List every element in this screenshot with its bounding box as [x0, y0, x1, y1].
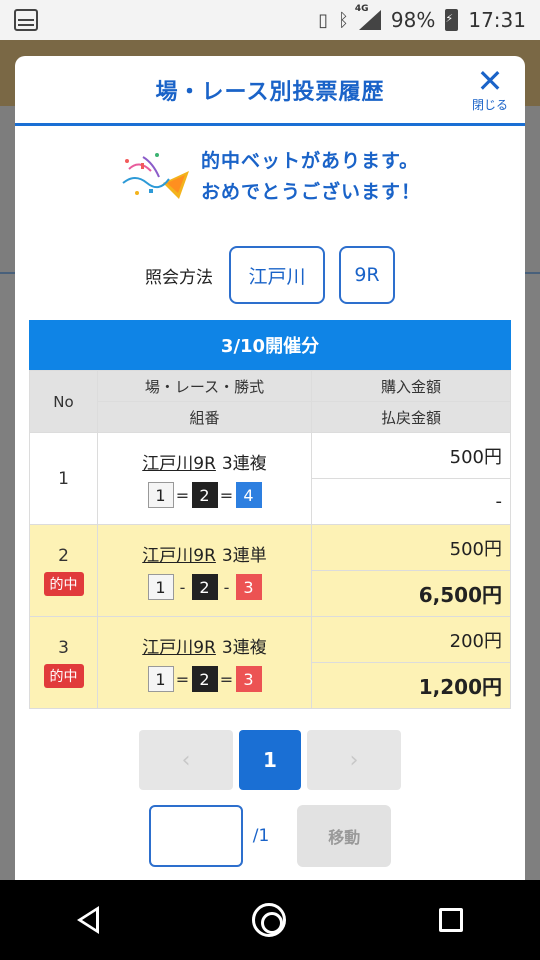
header-no: No — [29, 370, 98, 433]
race-link[interactable]: 江戸川9R — [142, 546, 216, 566]
back-icon[interactable] — [76, 906, 99, 934]
table-row: 2 的中 江戸川9R 3連単 1 - 2 - 3 500円 — [29, 524, 511, 617]
history-modal: 場・レース別投票履歴 ✕ 閉じる 的中ベットがあります。 おめでとうございます！ — [15, 56, 525, 886]
prev-page-button[interactable]: ‹ — [139, 730, 233, 790]
congrats-line-2: おめでとうございます！ — [200, 181, 421, 203]
battery-icon — [445, 9, 459, 31]
combination: 1 = 2 = 4 — [98, 482, 311, 508]
move-button[interactable]: 移動 — [297, 805, 392, 867]
bluetooth-icon: ᛒ — [338, 9, 349, 31]
race-button[interactable]: 9R — [339, 246, 395, 304]
race-cell: 江戸川9R 3連単 1 - 2 - 3 — [97, 524, 312, 617]
notification-icon — [14, 9, 38, 31]
close-icon: ✕ — [476, 62, 504, 100]
boat-number: 2 — [191, 482, 218, 508]
pagination: ‹ 1 › — [15, 730, 525, 790]
bet-type: 3連複 — [221, 454, 267, 474]
modal-title: 場・レース別投票履歴 — [155, 79, 385, 105]
party-popper-icon — [119, 149, 191, 205]
venue-button[interactable]: 江戸川 — [229, 246, 325, 304]
lookup-label: 照会方法 — [145, 267, 213, 288]
bet-type: 3連複 — [221, 638, 267, 658]
payout-amount: - — [311, 478, 511, 525]
row-number-cell: 1 — [29, 432, 98, 525]
header-payout: 払戻金額 — [311, 401, 511, 433]
race-cell: 江戸川9R 3連複 1 = 2 = 3 — [97, 616, 312, 709]
congrats-line-1: 的中ベットがあります。 — [200, 150, 420, 172]
boat-number: 2 — [191, 574, 218, 600]
lookup-method: 照会方法 江戸川 9R — [15, 246, 525, 304]
date-header: 3/10開催分 — [29, 320, 511, 370]
modal-header: 場・レース別投票履歴 ✕ 閉じる — [15, 56, 525, 126]
battery-percent: 98% — [390, 8, 436, 32]
race-link[interactable]: 江戸川9R — [142, 638, 216, 658]
nfc-icon: ▯ — [318, 9, 329, 31]
close-label: 閉じる — [471, 98, 508, 112]
boat-number: 3 — [235, 666, 262, 692]
boat-number: 2 — [191, 666, 218, 692]
hit-badge: 的中 — [43, 663, 84, 688]
boat-number: 1 — [147, 574, 174, 600]
signal-icon: 4G — [355, 4, 381, 30]
clock: 17:31 — [468, 8, 526, 32]
table-row: 3 的中 江戸川9R 3連複 1 = 2 = 3 200円 — [29, 616, 511, 709]
status-bar: ▯ ᛒ 4G 98% 17:31 — [0, 0, 540, 40]
purchase-amount: 500円 — [311, 432, 511, 479]
boat-number: 1 — [147, 482, 174, 508]
bet-type: 3連単 — [221, 546, 267, 566]
bet-history-table: 3/10開催分 No 場・レース・勝式 購入金額 組番 払戻金額 1 江戸川9R… — [29, 320, 511, 709]
row-number-cell: 3 的中 — [29, 616, 98, 709]
current-page-button[interactable]: 1 — [239, 730, 301, 790]
row-number-cell: 2 的中 — [29, 524, 98, 617]
purchase-amount: 200円 — [311, 616, 511, 663]
combination: 1 - 2 - 3 — [98, 574, 311, 600]
hit-badge: 的中 — [43, 571, 84, 596]
header-race-type: 場・レース・勝式 — [97, 370, 312, 402]
next-page-button[interactable]: › — [307, 730, 401, 790]
combination: 1 = 2 = 3 — [98, 666, 311, 692]
race-link[interactable]: 江戸川9R — [142, 454, 216, 474]
page-number-input[interactable] — [148, 805, 243, 867]
payout-amount: 6,500円 — [311, 570, 511, 617]
navigation-bar — [0, 880, 540, 960]
boat-number: 3 — [235, 574, 262, 600]
purchase-amount: 500円 — [311, 524, 511, 571]
recent-apps-icon[interactable] — [439, 908, 464, 932]
boat-number: 4 — [235, 482, 262, 508]
close-button[interactable]: ✕ 閉じる — [467, 62, 513, 113]
total-pages: /1 — [252, 826, 270, 846]
boat-number: 1 — [147, 666, 174, 692]
page-jump: /1 移動 — [15, 805, 525, 867]
header-purchase: 購入金額 — [311, 370, 511, 402]
payout-amount: 1,200円 — [311, 662, 511, 709]
table-row: 1 江戸川9R 3連複 1 = 2 = 4 500円 — [29, 432, 511, 525]
congrats-message: 的中ベットがあります。 おめでとうございます！ — [15, 146, 525, 208]
home-icon[interactable] — [251, 903, 286, 937]
race-cell: 江戸川9R 3連複 1 = 2 = 4 — [97, 432, 312, 525]
header-combination: 組番 — [97, 401, 312, 433]
